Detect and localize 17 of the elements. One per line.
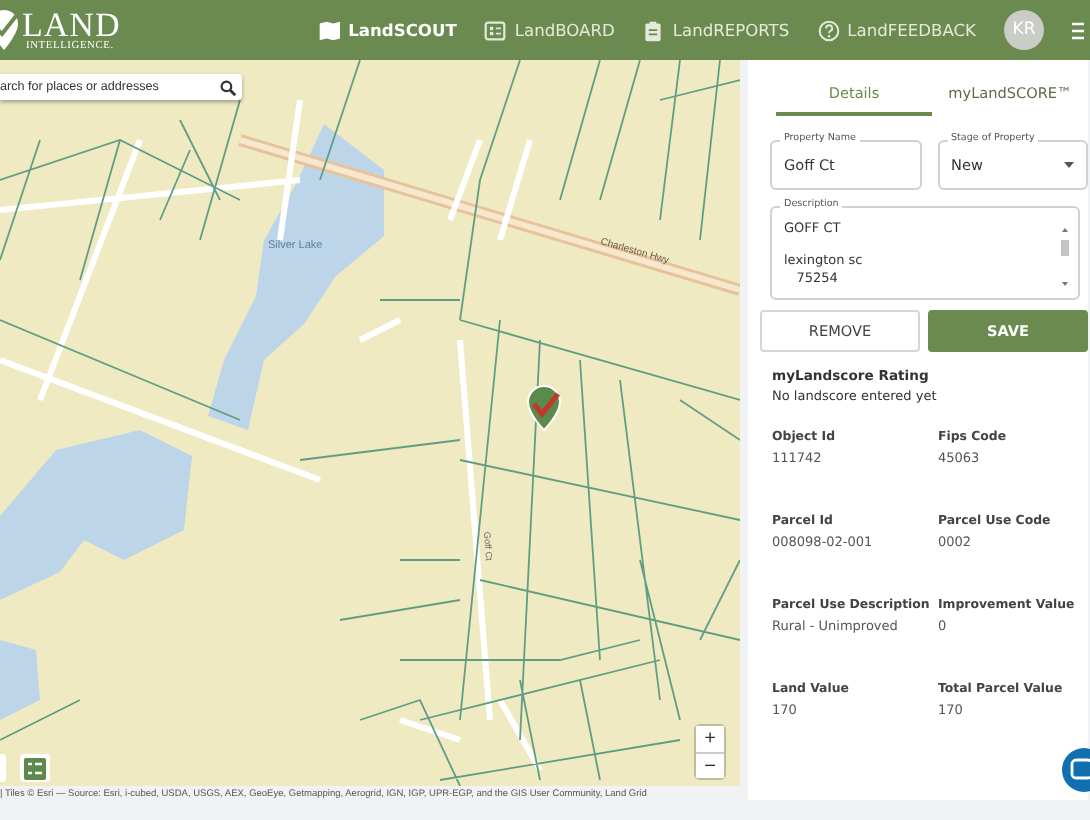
menu-icon[interactable]: [1072, 21, 1084, 39]
scrollbar-icon[interactable]: [1060, 226, 1070, 288]
zoom-button[interactable]: −: [696, 752, 724, 778]
logo-name: LAND: [22, 7, 121, 42]
map-icon: [318, 19, 341, 41]
dropdown-caret-icon: [1064, 162, 1074, 170]
legend-button[interactable]: [20, 754, 50, 782]
nav-link[interactable]: LandFEEDBACK: [817, 19, 976, 41]
nav-link[interactable]: LandREPORTS: [642, 19, 790, 41]
board-icon: [484, 19, 507, 41]
legend-icon: [24, 757, 46, 779]
search-icon[interactable]: [220, 79, 236, 95]
clipboard-icon: [642, 19, 665, 41]
map-pin-icon[interactable]: [524, 384, 564, 432]
help-icon: [817, 19, 840, 41]
nav-link[interactable]: LandSCOUT: [318, 19, 457, 41]
nav-link[interactable]: LandBOARD: [484, 19, 615, 41]
